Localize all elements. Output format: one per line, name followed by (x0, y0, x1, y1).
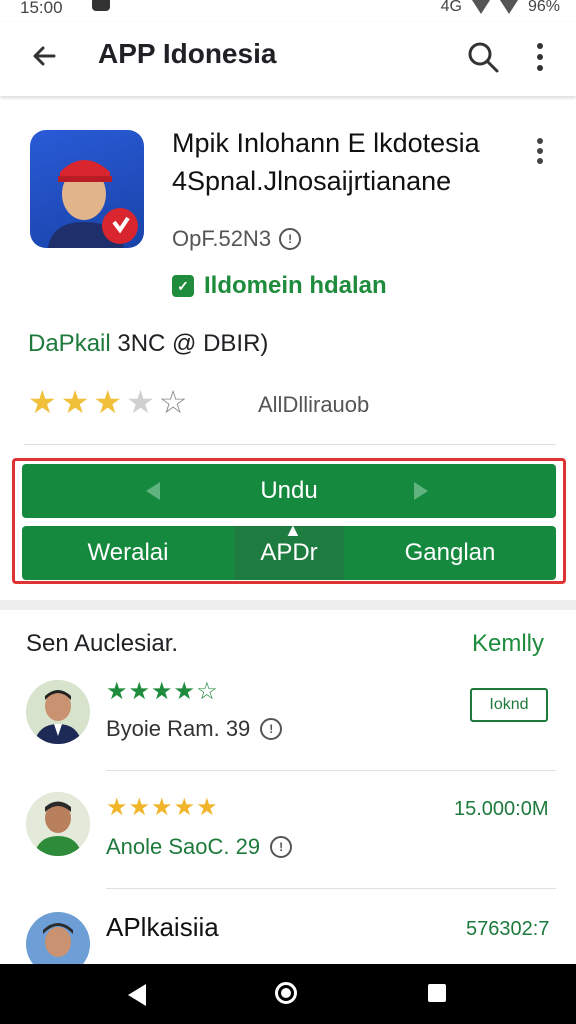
app-size: OpF.52N3 ! (172, 226, 302, 252)
more-vert-icon[interactable] (530, 40, 550, 74)
system-nav-bar (0, 964, 576, 1024)
search-icon[interactable] (466, 40, 500, 74)
person-icon (26, 792, 90, 856)
verified-icon: ✓ (172, 275, 194, 297)
chevron-right-icon (414, 482, 428, 500)
arrow-back-icon[interactable] (28, 40, 60, 72)
right-action-label: Ganglan (404, 539, 496, 566)
wifi-icon (499, 0, 518, 14)
item-action-button[interactable]: Ioknd (470, 688, 548, 722)
info-icon[interactable]: ! (260, 718, 283, 740)
download-label: Undu (260, 477, 318, 504)
review-stars: ★★★★★ (106, 794, 219, 821)
action-button-row: Weralai APDr ▲ Ganglan (22, 520, 556, 580)
item-title: APlkaisiia (106, 912, 219, 942)
app-icon[interactable] (30, 130, 144, 248)
left-action-button[interactable]: Weralai (22, 526, 234, 580)
app-title: Mpik Inlohann E lkdotesia (172, 128, 480, 158)
section-title: Sen Auclesiar. (26, 630, 179, 657)
review-author-name: Byoie Ram. 39 (106, 716, 251, 741)
rating-stars: ★ ★ ★ ★ ☆ (28, 386, 187, 418)
chevron-left-icon (146, 482, 160, 500)
app-icon-person (48, 160, 138, 248)
app-subtitle: 4Spnal.Jlnosaijrtianane (172, 166, 452, 196)
status-time: 15:00 (20, 0, 63, 17)
info-icon[interactable]: ! (279, 228, 302, 250)
page-title: APP Idonesia (98, 38, 277, 69)
item-value: 576302:7 (466, 918, 550, 940)
developer-line[interactable]: DaPkail 3NC @ DBIR) (28, 330, 268, 358)
star-outline-icon: ☆ (158, 384, 188, 420)
signal-icon (471, 0, 490, 14)
developer-details: 3NC @ DBIR) (110, 330, 269, 357)
developer-name: DaPkail (28, 330, 111, 357)
app-bar: APP Idonesia (0, 22, 576, 96)
divider (106, 770, 556, 771)
section-separator (0, 600, 576, 610)
app-size-value: OpF.52N3 (172, 226, 272, 251)
review-author: Byoie Ram. 39 ! (106, 716, 283, 742)
section-more-link[interactable]: Kemlly (472, 630, 544, 658)
avatar[interactable] (26, 792, 90, 856)
review-author: Anole SaoC. 29 ! (106, 834, 293, 860)
network-label: 4G (440, 0, 462, 15)
star-icon: ★ (60, 384, 90, 420)
person-icon (26, 680, 90, 744)
app-more-icon[interactable] (532, 136, 548, 166)
caret-up-icon: ▲ (284, 520, 302, 540)
rating-text: AllDllirauob (258, 392, 370, 417)
verified-label: Ildomein hdalan (204, 272, 387, 299)
nav-back-icon[interactable] (128, 984, 146, 1006)
verified-badge: ✓ Ildomein hdalan (172, 272, 387, 300)
nav-home-icon[interactable] (275, 982, 297, 1004)
notification-icon (92, 0, 110, 11)
nav-recents-icon[interactable] (428, 984, 446, 1002)
review-stars: ★★★★☆ (106, 678, 219, 705)
divider (106, 888, 556, 889)
star-icon: ★ (28, 384, 57, 420)
middle-action-label: APDr (260, 539, 318, 566)
right-action-button[interactable]: Ganglan (344, 526, 556, 580)
review-author-name: Anole SaoC. 29 (106, 834, 261, 859)
download-button[interactable]: Undu (22, 464, 556, 518)
status-bar: 15:00 4G 96% (0, 0, 576, 22)
star-icon: ★ (93, 384, 123, 420)
star-icon: ★ (126, 384, 155, 420)
left-action-label: Weralai (87, 539, 169, 566)
divider (24, 444, 556, 445)
avatar[interactable] (26, 680, 90, 744)
info-icon[interactable]: ! (270, 836, 293, 858)
item-value: 15.000:0M (454, 798, 549, 820)
battery-label: 96% (527, 0, 560, 15)
